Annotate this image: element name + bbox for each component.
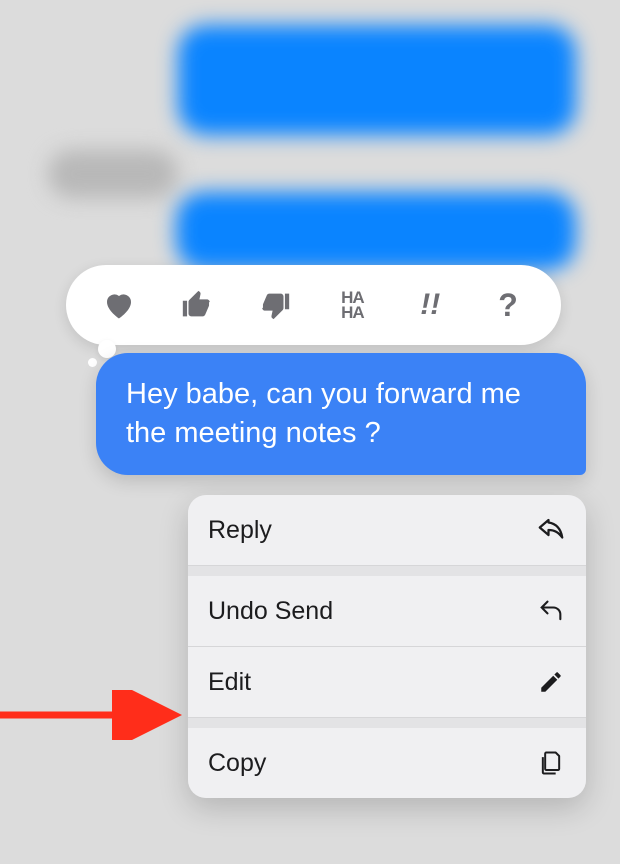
thumbs-up-icon xyxy=(180,288,214,322)
heart-icon xyxy=(101,287,137,323)
menu-label: Reply xyxy=(208,516,272,545)
copy-icon xyxy=(536,748,566,778)
tapback-bar: HAHA !! ? xyxy=(66,265,561,345)
reaction-question[interactable]: ? xyxy=(485,282,531,328)
background-bubble xyxy=(178,25,576,135)
menu-separator xyxy=(188,566,586,576)
menu-item-undo-send[interactable]: Undo Send xyxy=(188,576,586,647)
background-bubble xyxy=(176,192,576,270)
reply-icon xyxy=(536,515,566,545)
reaction-thumbs-down[interactable] xyxy=(252,282,298,328)
tapback-tail xyxy=(88,358,97,367)
edit-icon xyxy=(536,667,566,697)
undo-icon xyxy=(536,596,566,626)
context-menu: Reply Undo Send Edit Copy xyxy=(188,495,586,798)
reaction-exclaim[interactable]: !! xyxy=(407,282,453,328)
menu-label: Undo Send xyxy=(208,597,333,626)
menu-label: Copy xyxy=(208,749,266,778)
menu-item-reply[interactable]: Reply xyxy=(188,495,586,566)
menu-separator xyxy=(188,718,586,728)
reaction-thumbs-up[interactable] xyxy=(174,282,220,328)
question-text: ? xyxy=(498,287,518,324)
menu-item-copy[interactable]: Copy xyxy=(188,728,586,798)
selected-message-bubble[interactable]: Hey babe, can you forward me the meeting… xyxy=(96,353,586,475)
haha-text: HAHA xyxy=(341,290,364,321)
menu-item-edit[interactable]: Edit xyxy=(188,647,586,718)
message-text: Hey babe, can you forward me the meeting… xyxy=(126,378,521,449)
reaction-heart[interactable] xyxy=(96,282,142,328)
menu-label: Edit xyxy=(208,668,251,697)
annotation-arrow xyxy=(0,690,200,740)
exclaim-text: !! xyxy=(420,288,440,322)
reaction-haha[interactable]: HAHA xyxy=(329,282,375,328)
thumbs-down-icon xyxy=(258,288,292,322)
background-bubble xyxy=(48,150,178,198)
